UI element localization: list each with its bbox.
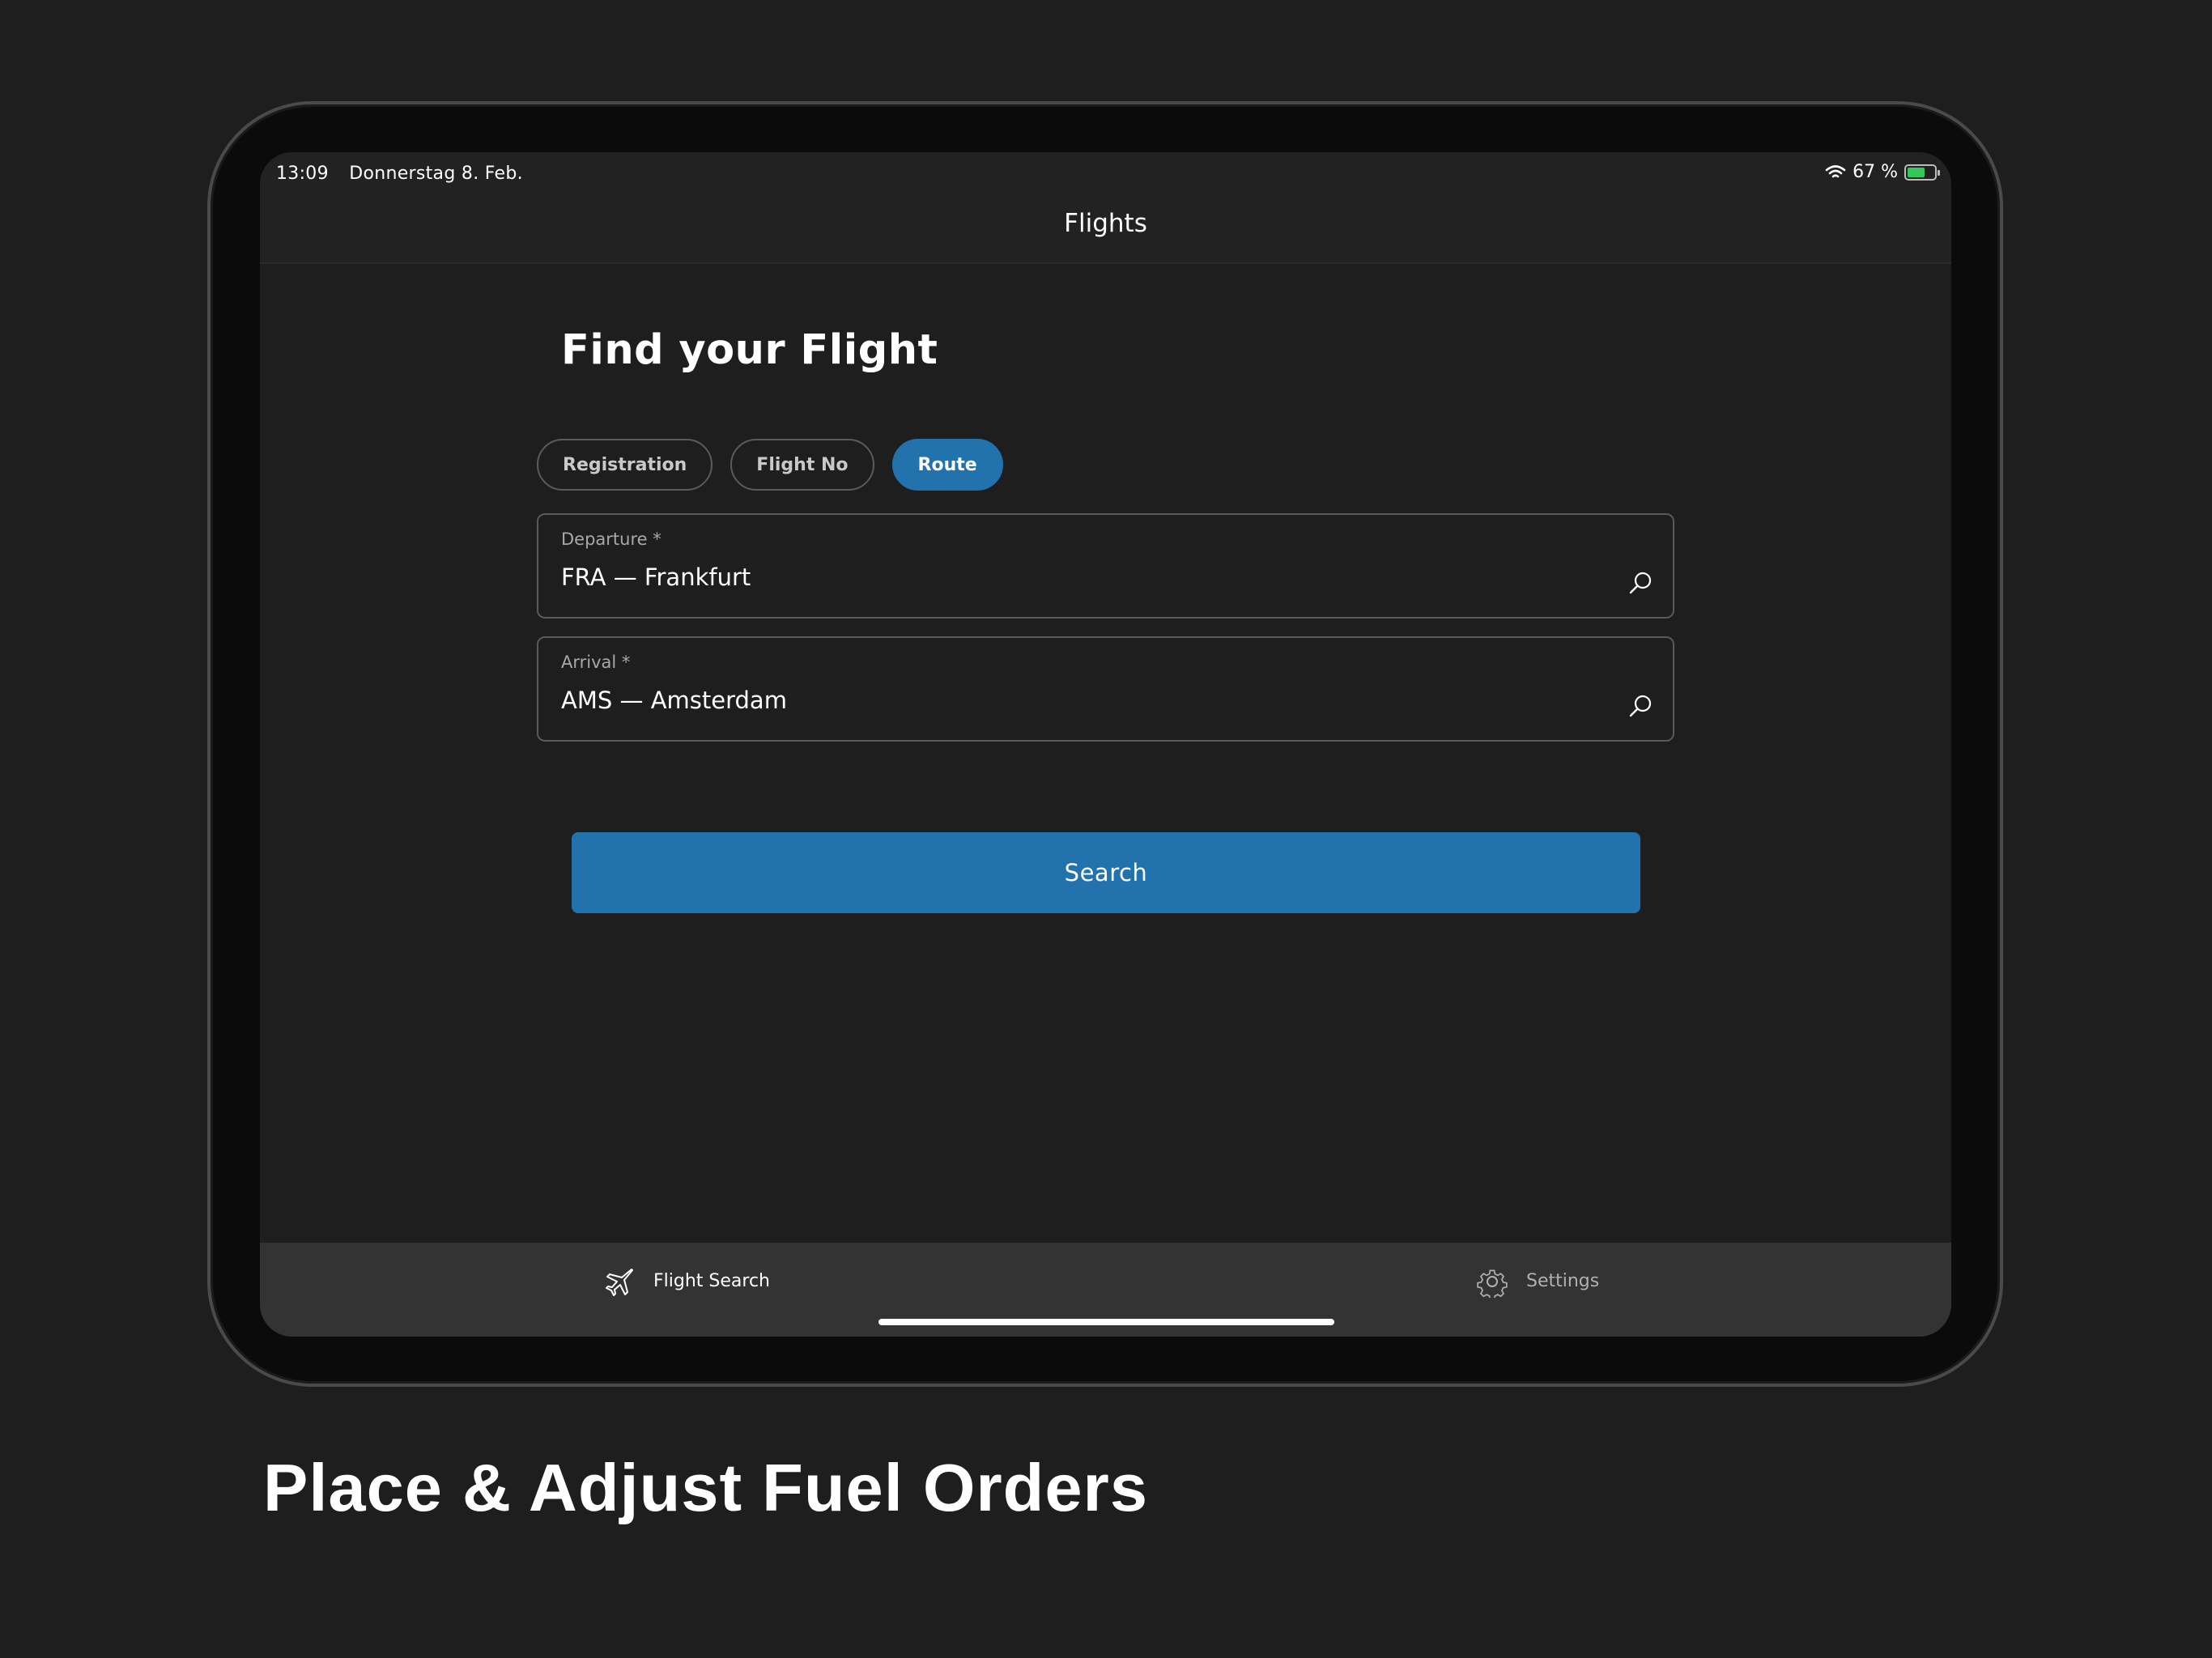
airplane-icon (606, 1268, 633, 1296)
wifi-icon (1825, 164, 1846, 177)
departure-label: Departure * (561, 529, 661, 549)
promo-caption: Place & Adjust Fuel Orders (263, 1450, 1149, 1525)
battery-percentage: 67 % (1853, 162, 1898, 182)
search-button[interactable]: Search (572, 832, 1640, 913)
search-icon[interactable] (1627, 570, 1653, 596)
departure-field[interactable]: Departure * FRA — Frankfurt (537, 513, 1674, 619)
departure-value: FRA — Frankfurt (561, 563, 751, 591)
status-bar-right: 67 % (1825, 162, 1940, 182)
search-mode-segments: Registration Flight No Route (537, 439, 1003, 491)
status-bar-left: 13:09 Donnerstag 8. Feb. (276, 164, 538, 184)
battery-icon (1904, 164, 1940, 181)
segment-route[interactable]: Route (891, 439, 1003, 491)
gear-icon (1477, 1269, 1508, 1298)
status-date: Donnerstag 8. Feb. (349, 164, 523, 184)
arrival-field[interactable]: Arrival * AMS — Amsterdam (537, 636, 1674, 742)
battery-fill (1908, 167, 1925, 177)
segment-flight-no[interactable]: Flight No (730, 439, 874, 491)
app-screen: 13:09 Donnerstag 8. Feb. 67 % Flights Fi… (260, 152, 1951, 1337)
arrival-value: AMS — Amsterdam (561, 687, 787, 714)
segment-registration[interactable]: Registration (537, 439, 713, 491)
search-icon[interactable] (1627, 693, 1653, 719)
arrival-label: Arrival * (561, 653, 631, 672)
home-indicator (878, 1319, 1334, 1325)
tab-label-flight-search: Flight Search (653, 1271, 770, 1291)
tab-label-settings: Settings (1526, 1271, 1600, 1291)
find-flight-heading: Find your Flight (561, 326, 938, 374)
status-time: 13:09 (276, 164, 329, 184)
tab-settings[interactable]: Settings (1476, 1243, 1599, 1320)
tab-flight-search[interactable]: Flight Search (603, 1243, 770, 1320)
navigation-bar: 13:09 Donnerstag 8. Feb. 67 % Flights (260, 152, 1951, 264)
page-title: Flights (1064, 209, 1147, 238)
